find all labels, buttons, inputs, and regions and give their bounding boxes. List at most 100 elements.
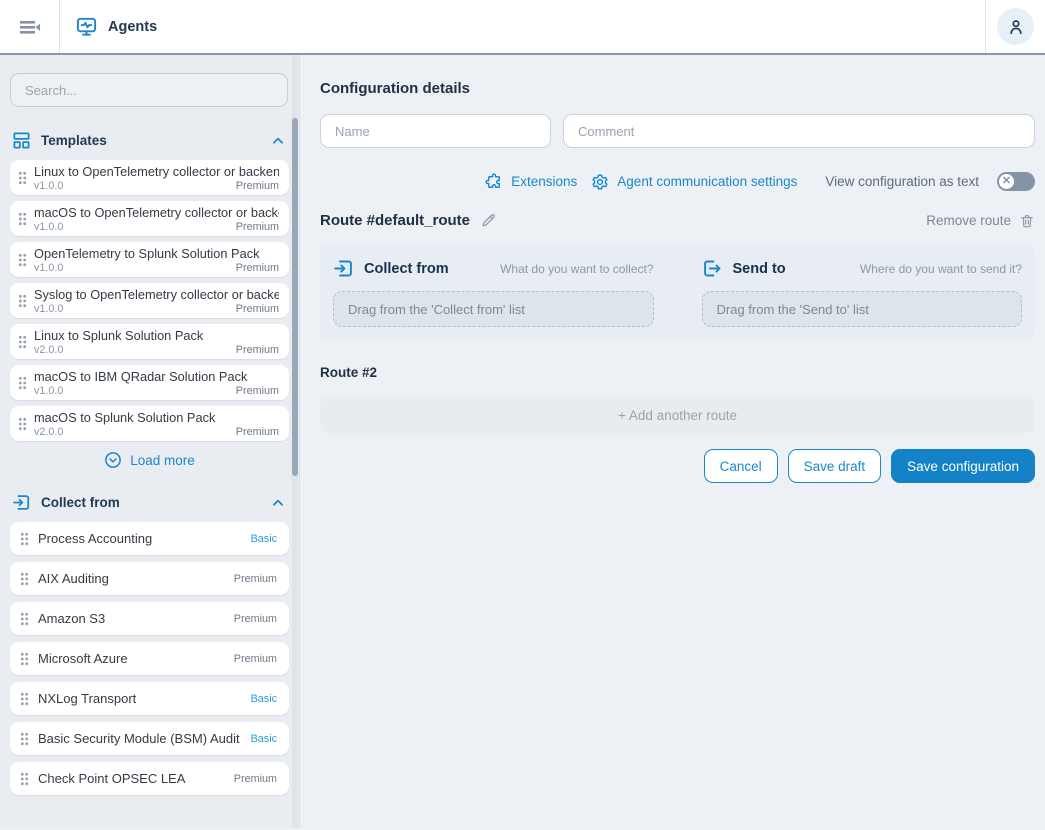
- configuration-details-title: Configuration details: [320, 80, 1035, 97]
- collect-from-half: Collect from What do you want to collect…: [333, 258, 654, 327]
- chevron-up-icon[interactable]: [271, 134, 285, 148]
- drag-handle-icon[interactable]: [20, 652, 29, 666]
- collect-from-dropzone[interactable]: Drag from the 'Collect from' list: [333, 291, 654, 327]
- drag-handle-icon[interactable]: [18, 171, 27, 185]
- edit-route-name-button[interactable]: [480, 212, 497, 229]
- save-draft-button[interactable]: Save draft: [788, 449, 882, 483]
- collect-from-section-label: Collect from: [41, 495, 261, 510]
- source-name: NXLog Transport: [38, 691, 242, 706]
- template-card[interactable]: OpenTelemetry to Splunk Solution Pack v1…: [10, 242, 289, 277]
- source-name: Microsoft Azure: [38, 651, 225, 666]
- source-badge: Basic: [251, 733, 277, 745]
- drag-handle-icon[interactable]: [18, 294, 27, 308]
- templates-grid-icon: [12, 131, 31, 150]
- puzzle-icon: [485, 173, 503, 191]
- pencil-icon: [480, 212, 497, 229]
- drag-handle-icon[interactable]: [20, 532, 29, 546]
- source-badge: Premium: [234, 573, 277, 585]
- source-name: Amazon S3: [38, 611, 225, 626]
- templates-section-label: Templates: [41, 133, 261, 148]
- user-menu-button[interactable]: [997, 8, 1034, 45]
- template-card[interactable]: macOS to IBM QRadar Solution Pack v1.0.0…: [10, 365, 289, 400]
- source-name: AIX Auditing: [38, 571, 225, 586]
- source-name: Check Point OPSEC LEA: [38, 771, 225, 786]
- send-to-half: Send to Where do you want to send it? Dr…: [702, 258, 1023, 327]
- templates-section-header[interactable]: Templates: [0, 131, 299, 150]
- template-name: Linux to Splunk Solution Pack: [34, 328, 279, 343]
- drag-handle-icon[interactable]: [18, 335, 27, 349]
- add-another-route-button[interactable]: + Add another route: [320, 397, 1035, 433]
- user-icon: [1006, 17, 1026, 37]
- collect-from-section-header[interactable]: Collect from: [0, 493, 299, 512]
- template-badge: Premium: [236, 385, 279, 397]
- template-card[interactable]: macOS to OpenTelemetry collector or back…: [10, 201, 289, 236]
- view-configuration-toggle[interactable]: ✕: [997, 172, 1035, 191]
- collect-source-card[interactable]: Check Point OPSEC LEA Premium: [10, 762, 289, 795]
- cancel-button[interactable]: Cancel: [704, 449, 778, 483]
- chevron-down-circle-icon: [104, 451, 122, 469]
- source-name: Basic Security Module (BSM) Audit: [38, 731, 242, 746]
- template-badge: Premium: [236, 303, 279, 315]
- sidebar-scrollbar-thumb[interactable]: [292, 118, 298, 476]
- chevron-up-icon[interactable]: [271, 496, 285, 510]
- drag-handle-icon[interactable]: [20, 572, 29, 586]
- comment-field[interactable]: [563, 114, 1035, 148]
- drag-handle-icon[interactable]: [18, 253, 27, 267]
- template-name: Linux to OpenTelemetry collector or back…: [34, 164, 279, 179]
- view-configuration-as-text-label: View configuration as text: [825, 174, 979, 189]
- template-card[interactable]: Linux to Splunk Solution Pack v2.0.0Prem…: [10, 324, 289, 359]
- save-configuration-button[interactable]: Save configuration: [891, 449, 1035, 483]
- template-card[interactable]: macOS to Splunk Solution Pack v2.0.0Prem…: [10, 406, 289, 441]
- top-bar: Agents: [0, 0, 1045, 55]
- hamburger-collapse-icon: [18, 15, 42, 39]
- remove-route-label: Remove route: [926, 213, 1011, 228]
- template-version: v1.0.0: [34, 385, 236, 397]
- template-name: macOS to OpenTelemetry collector or back…: [34, 205, 279, 220]
- collect-source-card[interactable]: NXLog Transport Basic: [10, 682, 289, 715]
- sidebar-scrollbar[interactable]: [292, 55, 298, 828]
- name-field[interactable]: [320, 114, 551, 148]
- drag-handle-icon[interactable]: [20, 612, 29, 626]
- sidebar: Templates Linux to OpenTelemetry collect…: [0, 55, 300, 828]
- collect-source-card[interactable]: Basic Security Module (BSM) Audit Basic: [10, 722, 289, 755]
- collapse-sidebar-button[interactable]: [0, 0, 60, 53]
- send-to-dropzone[interactable]: Drag from the 'Send to' list: [702, 291, 1023, 327]
- template-name: OpenTelemetry to Splunk Solution Pack: [34, 246, 279, 261]
- collect-source-card[interactable]: Amazon S3 Premium: [10, 602, 289, 635]
- collect-from-icon: [333, 258, 354, 279]
- drag-handle-icon[interactable]: [18, 417, 27, 431]
- drag-handle-icon[interactable]: [20, 772, 29, 786]
- collect-from-icon: [12, 493, 31, 512]
- source-badge: Basic: [251, 533, 277, 545]
- collect-dropzone-text: Drag from the 'Collect from' list: [348, 302, 525, 317]
- source-name: Process Accounting: [38, 531, 242, 546]
- route-panel: Collect from What do you want to collect…: [320, 245, 1035, 340]
- template-version: v1.0.0: [34, 262, 236, 274]
- collect-source-card[interactable]: AIX Auditing Premium: [10, 562, 289, 595]
- add-another-route-label: + Add another route: [618, 408, 737, 423]
- route2-title: Route #2: [320, 365, 1035, 380]
- extensions-link[interactable]: Extensions: [485, 173, 577, 191]
- collect-source-card[interactable]: Microsoft Azure Premium: [10, 642, 289, 675]
- drag-handle-icon[interactable]: [18, 212, 27, 226]
- load-more-button[interactable]: Load more: [0, 451, 299, 469]
- drag-handle-icon[interactable]: [20, 692, 29, 706]
- send-to-title: Send to: [733, 261, 786, 277]
- template-card[interactable]: Syslog to OpenTelemetry collector or bac…: [10, 283, 289, 318]
- template-name: Syslog to OpenTelemetry collector or bac…: [34, 287, 279, 302]
- remove-route-button[interactable]: Remove route: [926, 213, 1035, 229]
- drag-handle-icon[interactable]: [20, 732, 29, 746]
- collect-from-title: Collect from: [364, 261, 449, 277]
- template-card[interactable]: Linux to OpenTelemetry collector or back…: [10, 160, 289, 195]
- collect-source-card[interactable]: Process Accounting Basic: [10, 522, 289, 555]
- send-dropzone-text: Drag from the 'Send to' list: [717, 302, 869, 317]
- drag-handle-icon[interactable]: [18, 376, 27, 390]
- template-badge: Premium: [236, 344, 279, 356]
- collect-from-hint: What do you want to collect?: [459, 262, 654, 276]
- source-badge: Basic: [251, 693, 277, 705]
- template-version: v1.0.0: [34, 303, 236, 315]
- agent-communication-settings-link[interactable]: Agent communication settings: [591, 173, 797, 191]
- trash-icon: [1019, 213, 1035, 229]
- search-input[interactable]: [10, 73, 288, 107]
- send-to-icon: [702, 258, 723, 279]
